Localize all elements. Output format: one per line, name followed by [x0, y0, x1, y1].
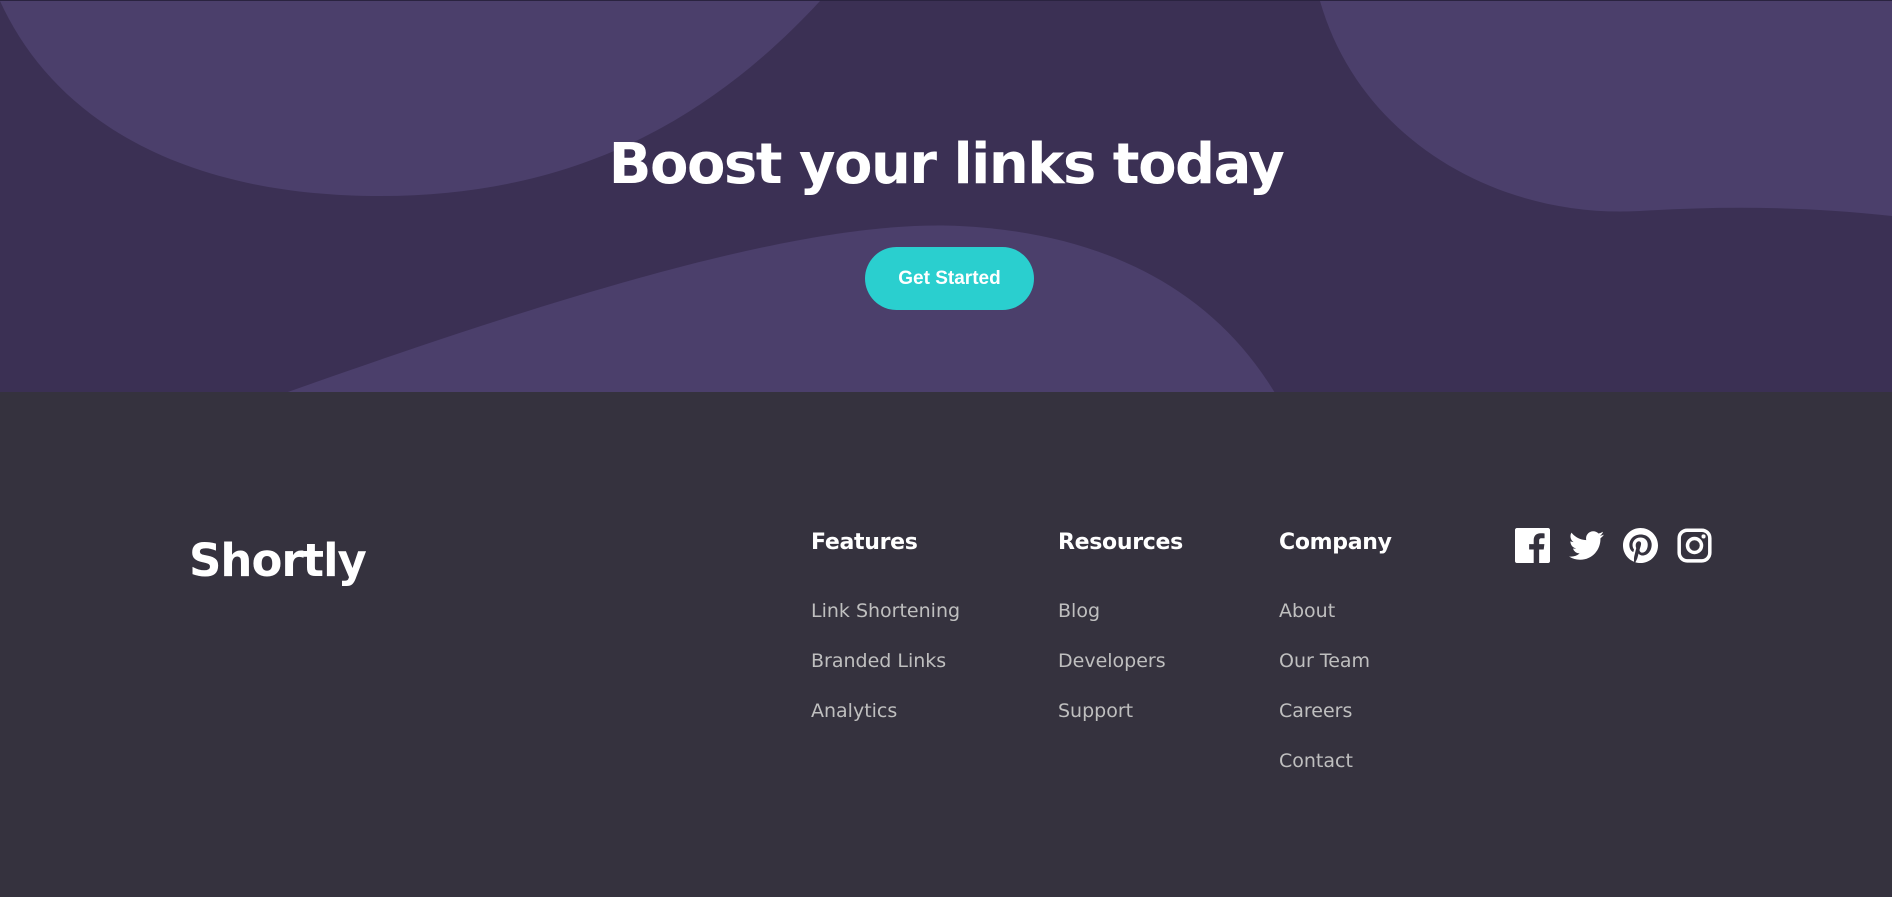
footer-link-careers[interactable]: Careers	[1279, 700, 1352, 722]
twitter-icon[interactable]	[1569, 528, 1604, 563]
facebook-icon-graphic	[1515, 528, 1550, 563]
footer-heading-company: Company	[1279, 530, 1392, 555]
boost-section: Boost your links today Get Started	[0, 0, 1892, 392]
boost-heading: Boost your links today	[608, 132, 1285, 197]
footer-column-company: Company About Our Team Careers Contact	[1279, 528, 1392, 798]
footer: Shortly Features Link Shortening Branded…	[0, 392, 1892, 897]
footer-link-about[interactable]: About	[1279, 600, 1335, 622]
social-links	[1515, 528, 1712, 563]
footer-link-list: About Our Team Careers Contact	[1279, 598, 1392, 798]
footer-link-support[interactable]: Support	[1058, 700, 1133, 722]
instagram-icon-graphic	[1677, 528, 1712, 563]
pinterest-icon-graphic	[1623, 528, 1658, 563]
instagram-icon[interactable]	[1677, 528, 1712, 563]
get-started-button[interactable]: Get Started	[865, 247, 1034, 310]
footer-link-our-team[interactable]: Our Team	[1279, 650, 1370, 672]
footer-link-list: Blog Developers Support	[1058, 598, 1183, 748]
footer-heading-resources: Resources	[1058, 530, 1183, 555]
footer-column-features: Features Link Shortening Branded Links A…	[811, 528, 960, 748]
footer-heading-features: Features	[811, 530, 918, 555]
footer-link-analytics[interactable]: Analytics	[811, 700, 897, 722]
footer-link-developers[interactable]: Developers	[1058, 650, 1166, 672]
footer-link-list: Link Shortening Branded Links Analytics	[811, 598, 960, 748]
footer-link-branded-links[interactable]: Branded Links	[811, 650, 946, 672]
footer-logo[interactable]: Shortly	[189, 533, 367, 589]
footer-link-contact[interactable]: Contact	[1279, 750, 1353, 772]
pinterest-icon[interactable]	[1623, 528, 1658, 563]
footer-link-blog[interactable]: Blog	[1058, 600, 1100, 622]
footer-link-link-shortening[interactable]: Link Shortening	[811, 600, 960, 622]
facebook-icon[interactable]	[1515, 528, 1550, 563]
twitter-icon-graphic	[1569, 531, 1604, 560]
footer-column-resources: Resources Blog Developers Support	[1058, 528, 1183, 748]
